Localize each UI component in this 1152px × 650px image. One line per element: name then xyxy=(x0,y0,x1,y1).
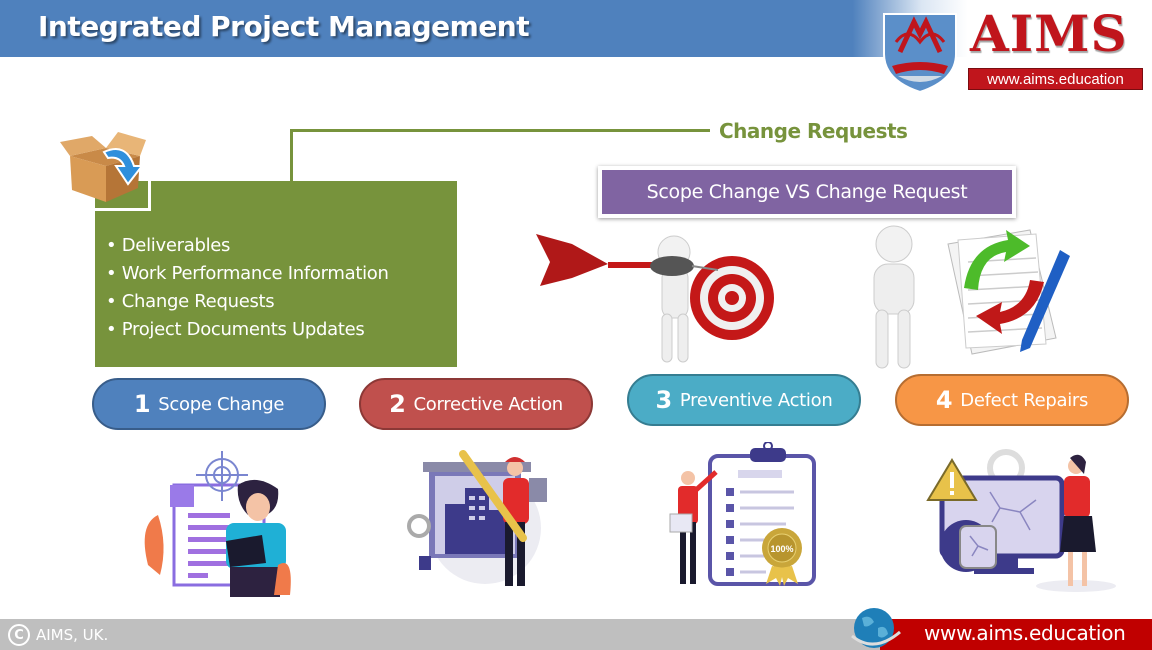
scope-vs-change-banner: Scope Change VS Change Request xyxy=(598,166,1016,218)
scope-change-button[interactable]: 1 Scope Change xyxy=(92,378,326,430)
corrective-action-button[interactable]: 2 Corrective Action xyxy=(359,378,593,430)
list-item: Work Performance Information xyxy=(106,260,389,288)
pill-number: 4 xyxy=(935,386,953,414)
outputs-list: Deliverables Work Performance Informatio… xyxy=(106,232,389,344)
pill-label: Preventive Action xyxy=(679,389,833,411)
list-item: Change Requests xyxy=(106,288,389,316)
pill-number: 2 xyxy=(389,390,406,418)
logo-brand-text: AIMS xyxy=(970,4,1128,63)
globe-icon xyxy=(851,608,901,648)
defect-repairs-button[interactable]: 4 Defect Repairs xyxy=(895,374,1129,426)
change-requests-label: Change Requests xyxy=(719,119,908,143)
pill-label: Scope Change xyxy=(158,393,285,415)
pill-number: 1 xyxy=(133,390,151,418)
logo-url[interactable]: www.aims.education xyxy=(968,68,1143,90)
figure-with-edited-documents-illustration xyxy=(873,225,1070,369)
pill-label: Corrective Action xyxy=(413,393,563,415)
shield-crest-icon xyxy=(883,13,957,94)
svg-text:100%: 100% xyxy=(770,544,793,554)
pill-label: Defect Repairs xyxy=(960,389,1089,411)
preventive-action-button[interactable]: 3 Preventive Action xyxy=(627,374,861,426)
connector-line-horizontal xyxy=(290,129,710,132)
banner-label: Scope Change VS Change Request xyxy=(602,170,1012,214)
footer-url-link[interactable]: www.aims.education xyxy=(924,621,1126,645)
pill-number: 3 xyxy=(655,386,673,414)
open-box-download-icon xyxy=(60,132,146,202)
page-title: Integrated Project Management xyxy=(38,10,530,43)
figure-with-dart-and-target-illustration xyxy=(536,234,774,363)
person-reading-with-target-illustration xyxy=(144,451,291,597)
connector-line-vertical xyxy=(290,129,293,182)
copyright-text: AIMS, UK. xyxy=(36,626,109,644)
footer-copyright: C AIMS, UK. xyxy=(8,624,108,646)
cracked-screen-warning-illustration xyxy=(926,449,1116,592)
worker-with-wrench-illustration xyxy=(407,450,547,586)
aims-logo[interactable]: AIMS www.aims.education xyxy=(870,2,1150,98)
copyright-icon: C xyxy=(8,624,30,646)
list-item: Deliverables xyxy=(106,232,389,260)
list-item: Project Documents Updates xyxy=(106,316,389,344)
checklist-clipboard-100-percent-illustration: 100% xyxy=(669,442,816,586)
